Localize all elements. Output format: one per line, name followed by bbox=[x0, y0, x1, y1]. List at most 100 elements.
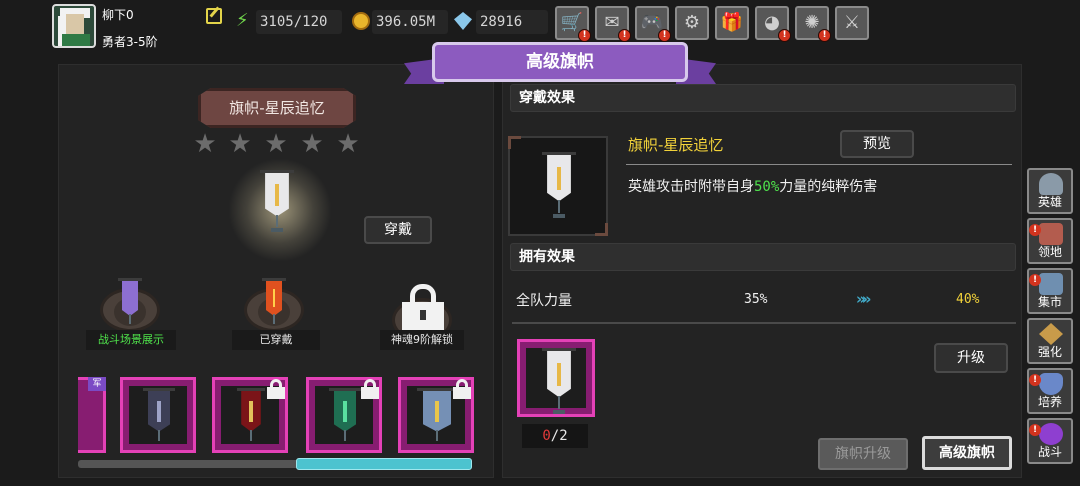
pedestal-label-text: 神魂9阶解锁 bbox=[391, 333, 453, 346]
page-title: 高级旗帜 bbox=[432, 42, 688, 82]
battle-scene-pedestal[interactable] bbox=[92, 274, 168, 334]
banner-slot[interactable] bbox=[120, 377, 196, 453]
mail-icon: ✉ bbox=[604, 12, 620, 33]
stat-name: 全队力量 bbox=[516, 293, 572, 309]
tab-advanced-banner[interactable]: 高级旗帜 bbox=[922, 436, 1012, 470]
lock-icon bbox=[359, 378, 381, 400]
gift-icon: 🎁 bbox=[720, 12, 744, 33]
gamepad-alert-badge: ! bbox=[658, 29, 671, 42]
effect-description: 英雄攻击时附带自身50%力量的纯粹伤害 bbox=[628, 176, 877, 196]
gift-button[interactable]: 🎁 bbox=[715, 6, 749, 40]
effect-desc-value: 50% bbox=[754, 179, 780, 195]
stat-next-value: 40% bbox=[956, 292, 980, 307]
dark-banner-icon bbox=[143, 388, 175, 446]
slot-scrollbar-thumb[interactable] bbox=[296, 458, 472, 470]
avatar-face bbox=[66, 14, 84, 34]
nav-territory[interactable]: ! 领地 bbox=[1027, 218, 1073, 264]
nav-enhance[interactable]: 强化 bbox=[1027, 318, 1073, 364]
player-name: 柳下0 bbox=[102, 8, 134, 22]
crimson-banner-icon bbox=[237, 388, 265, 446]
slot-tag: 军 bbox=[88, 377, 106, 391]
pedestal-label-equipped: 已穿戴 bbox=[232, 330, 320, 350]
alert-badge: ! bbox=[1029, 374, 1041, 386]
star-icon: ★ bbox=[336, 129, 360, 159]
wear-effect-header: 穿戴效果 bbox=[510, 84, 1016, 112]
stat-current-value: 35% bbox=[744, 292, 768, 307]
preview-button[interactable]: 预览 bbox=[840, 130, 914, 158]
nav-label: 英雄 bbox=[1037, 195, 1062, 209]
divider bbox=[512, 322, 1016, 324]
lock-icon bbox=[402, 284, 444, 330]
star-icon: ★ bbox=[193, 129, 217, 159]
battle-button[interactable]: ⚔ bbox=[835, 6, 869, 40]
nav-battle[interactable]: ! 战斗 bbox=[1027, 418, 1073, 464]
shop-button[interactable]: 🛒 ! bbox=[555, 6, 591, 42]
fireworks-icon: ✺ bbox=[804, 12, 820, 33]
enhance-crystal-icon bbox=[1039, 323, 1063, 345]
pedestal-label-battle-scene: 战斗场景展示 bbox=[86, 330, 176, 350]
banner-slot[interactable] bbox=[398, 377, 474, 453]
tab-banner-upgrade[interactable]: 旗帜升级 bbox=[818, 438, 908, 470]
nav-label: 领地 bbox=[1037, 245, 1062, 259]
cultivate-cup-icon bbox=[1039, 373, 1063, 395]
nav-cultivate[interactable]: ! 培养 bbox=[1027, 368, 1073, 414]
star-icon: ★ bbox=[228, 129, 252, 159]
gamepad-button[interactable]: 🎮 ! bbox=[635, 6, 671, 42]
banner-flag-icon bbox=[260, 170, 294, 232]
pedestal-label-locked: 神魂9阶解锁 bbox=[380, 330, 464, 350]
lock-icon bbox=[451, 378, 473, 400]
pedestal-label-text: 战斗场景展示 bbox=[98, 333, 164, 346]
gear-icon: ⚙ bbox=[683, 12, 701, 33]
fireworks-button[interactable]: ✺ ! bbox=[795, 6, 831, 42]
banner-slot[interactable] bbox=[212, 377, 288, 453]
settings-button[interactable]: ⚙ bbox=[675, 6, 709, 40]
lucky-wheel-button[interactable]: ◕ ! bbox=[755, 6, 791, 42]
effect-desc-text: 英雄攻击时附带自身 bbox=[628, 179, 754, 195]
equip-button[interactable]: 穿戴 bbox=[364, 216, 432, 244]
gold-coin-icon bbox=[352, 12, 370, 30]
battle-portal-icon bbox=[1039, 423, 1063, 445]
market-icon bbox=[1039, 273, 1063, 295]
alert-badge: ! bbox=[1029, 224, 1041, 236]
upgrade-material-slot[interactable] bbox=[517, 339, 595, 417]
material-have: 0 bbox=[542, 428, 551, 444]
material-count: 0/2 bbox=[522, 424, 588, 448]
alert-badge: ! bbox=[1029, 424, 1041, 436]
purple-banner-icon bbox=[118, 278, 142, 328]
own-effect-header: 拥有效果 bbox=[510, 243, 1016, 271]
upgrade-button[interactable]: 升级 bbox=[934, 343, 1008, 373]
edit-name-icon[interactable] bbox=[206, 8, 222, 24]
green-banner-icon bbox=[329, 388, 361, 446]
alert-badge: ! bbox=[1029, 274, 1041, 286]
nav-label: 集市 bbox=[1037, 295, 1062, 309]
wheel-alert-badge: ! bbox=[778, 29, 791, 42]
player-rank: 勇者3-5阶 bbox=[102, 35, 158, 49]
mail-alert-badge: ! bbox=[618, 29, 631, 42]
nav-label: 强化 bbox=[1037, 345, 1062, 359]
material-need: /2 bbox=[550, 428, 568, 444]
castle-icon bbox=[1039, 223, 1063, 245]
pedestal-label-text: 已穿戴 bbox=[259, 333, 293, 346]
banner-slot[interactable] bbox=[306, 377, 382, 453]
hero-helmet-icon bbox=[1039, 173, 1063, 195]
effect-banner-frame bbox=[508, 136, 608, 236]
player-avatar[interactable] bbox=[52, 4, 96, 48]
effect-desc-text: 力量的纯粹伤害 bbox=[779, 179, 878, 195]
banner-flag-icon bbox=[542, 348, 576, 414]
double-arrow-icon: »» bbox=[856, 290, 872, 308]
banner-name-plate: 旗帜-星辰追忆 bbox=[198, 88, 356, 128]
gem-value: 28916 bbox=[476, 10, 548, 34]
fire-banner-icon bbox=[262, 278, 286, 328]
mail-button[interactable]: ✉ ! bbox=[595, 6, 631, 42]
nav-market[interactable]: ! 集市 bbox=[1027, 268, 1073, 314]
nav-label: 战斗 bbox=[1037, 445, 1062, 459]
equipped-pedestal[interactable] bbox=[236, 274, 312, 334]
effect-banner-name: 旗帜-星辰追忆 bbox=[628, 136, 724, 154]
nav-hero[interactable]: 英雄 bbox=[1027, 168, 1073, 214]
energy-value: 3105/120 bbox=[256, 10, 342, 34]
lucky-wheel-icon: ◕ bbox=[764, 12, 780, 33]
nav-label: 培养 bbox=[1037, 395, 1062, 409]
star-icon: ★ bbox=[300, 129, 324, 159]
avatar-robe bbox=[62, 34, 90, 46]
crossed-swords-icon: ⚔ bbox=[843, 12, 861, 33]
